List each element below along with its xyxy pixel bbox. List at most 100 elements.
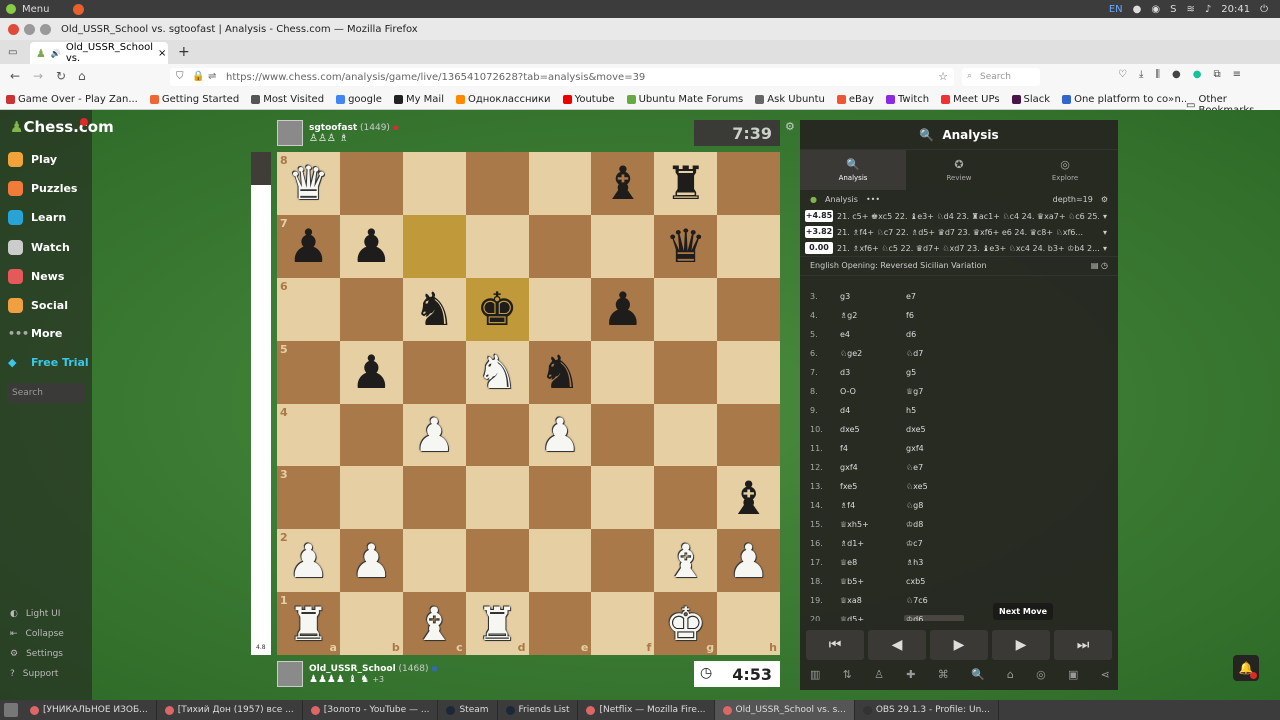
next-move-button[interactable]: ▶ [992, 630, 1050, 660]
white-move[interactable]: ♗g2 [840, 311, 904, 320]
tab-explore[interactable]: ◎ Explore [1012, 150, 1118, 190]
black-move[interactable]: cxb5 [904, 577, 964, 586]
white-bishop-icon[interactable]: ♝ [665, 538, 706, 584]
book-icon[interactable]: ▤ ◷ [1091, 261, 1108, 270]
bookmark-item[interactable]: Slack [1011, 94, 1050, 105]
square-h6[interactable] [717, 277, 780, 341]
explorer-icon[interactable]: ⌘ [938, 668, 949, 684]
taskbar-item[interactable]: Old_USSR_School vs. s... [714, 700, 855, 720]
black-move[interactable]: dxe5 [904, 425, 964, 434]
square-g3[interactable] [654, 466, 718, 530]
bookmark-item[interactable]: My Mail [393, 94, 444, 105]
lock-icon[interactable]: 🔒 [192, 71, 204, 82]
square-d1[interactable]: d ♜ [465, 592, 529, 655]
square-e1[interactable]: e [528, 592, 592, 655]
search-box[interactable]: ⌕ Search [962, 68, 1040, 86]
square-a7[interactable]: 7 ♟ [277, 214, 340, 278]
show-desktop-icon[interactable] [4, 703, 18, 717]
square-e8[interactable] [528, 152, 592, 215]
chevron-down-icon[interactable]: ▾ [1103, 228, 1107, 237]
white-move[interactable]: ♘ge2 [840, 349, 904, 358]
browser-tab[interactable]: ♟ 🔊 Old_USSR_School vs. × [30, 42, 168, 64]
permissions-icon[interactable]: ⇌ [208, 71, 216, 82]
board-settings-icon[interactable]: ⚙ [785, 120, 795, 133]
nav-watch[interactable]: Watch [8, 240, 70, 255]
nav-puzzles[interactable]: Puzzles [8, 181, 77, 196]
bookmark-item[interactable]: Youtube [562, 94, 615, 105]
skype-tray-icon[interactable]: S [1170, 4, 1176, 15]
square-a4[interactable]: 4 [277, 403, 340, 467]
add-icon[interactable]: ✚ [906, 668, 915, 684]
flip-board-icon[interactable]: ⇅ [843, 668, 852, 684]
square-h4[interactable] [717, 403, 780, 467]
support-link[interactable]: ? Support [10, 669, 58, 679]
more-options-icon[interactable]: ••• [866, 195, 880, 204]
square-c8[interactable] [402, 152, 466, 215]
notifications-bell-icon[interactable]: 🔔 [1233, 655, 1259, 681]
square-g6[interactable] [654, 277, 718, 341]
black-move[interactable]: ♘7c6 [904, 596, 964, 605]
square-h5[interactable] [717, 340, 780, 404]
white-move[interactable]: ♕xh5+ [840, 520, 904, 529]
white-move[interactable]: f4 [840, 444, 904, 453]
white-move[interactable]: d4 [840, 406, 904, 415]
tab-review[interactable]: ✪ Review [906, 150, 1012, 190]
nav-more[interactable]: ••• More [8, 327, 62, 340]
square-d4[interactable] [465, 403, 529, 467]
square-f6[interactable]: ♟ [591, 277, 655, 341]
square-g1[interactable]: g ♚ [654, 592, 718, 655]
firefox-icon[interactable] [73, 3, 85, 15]
extensions-icon[interactable]: ⧉ [1213, 69, 1220, 80]
white-bishop-icon[interactable]: ♝ [414, 601, 455, 647]
square-f4[interactable] [591, 403, 655, 467]
square-c3[interactable] [402, 466, 466, 530]
close-window-button[interactable] [8, 23, 19, 35]
white-queen-icon[interactable]: ♛ [288, 160, 329, 206]
white-move[interactable]: ♗f4 [840, 501, 904, 510]
square-g2[interactable]: ♝ [654, 529, 718, 593]
square-d5[interactable]: ♞ [465, 340, 529, 404]
white-move[interactable]: ♕d5+ [840, 615, 904, 621]
square-b6[interactable] [339, 277, 403, 341]
black-move[interactable]: ♗h3 [904, 558, 964, 567]
light-ui-toggle[interactable]: ◐ Light UI [10, 609, 60, 619]
taskbar-item[interactable]: [Netflix — Mozilla Fire... [578, 700, 715, 720]
wifi-icon[interactable]: ≋ [1186, 4, 1194, 15]
last-move-button[interactable]: ⏭ [1054, 630, 1112, 660]
audio-icon[interactable]: 🔊 [51, 49, 61, 58]
black-knight-icon[interactable]: ♞ [414, 286, 455, 332]
black-move[interactable]: ♘xe5 [904, 482, 964, 491]
square-b2[interactable]: ♟ [339, 529, 403, 593]
square-b8[interactable] [339, 152, 403, 215]
white-move[interactable]: d3 [840, 368, 904, 377]
square-b1[interactable]: b [339, 592, 403, 655]
target-icon[interactable]: ◎ [1036, 668, 1046, 684]
square-h2[interactable]: ♟ [717, 529, 780, 593]
black-move[interactable]: h5 [904, 406, 964, 415]
square-e5[interactable]: ♞ [528, 340, 592, 404]
forward-icon[interactable]: → [33, 69, 43, 83]
square-c5[interactable] [402, 340, 466, 404]
square-h8[interactable] [717, 152, 780, 215]
engine-line[interactable]: +4.85 21. c5+ ♚xc5 22. ♝e3+ ♘d4 23. ♜ac1+… [800, 208, 1118, 224]
black-move[interactable]: ♕g7 [904, 387, 964, 396]
square-a6[interactable]: 6 [277, 277, 340, 341]
taskbar-item[interactable]: OBS 29.1.3 - Profile: Un... [855, 700, 999, 720]
chevron-down-icon[interactable]: ▾ [1103, 244, 1107, 253]
url-bar[interactable]: ⛉ 🔒 ⇌ https://www.chess.com/analysis/gam… [170, 68, 954, 86]
bookmark-item[interactable]: Meet UPs [941, 94, 1000, 105]
play-button[interactable]: ▶ [930, 630, 988, 660]
bookmarks-more-icon[interactable]: » [1168, 94, 1175, 105]
square-h3[interactable]: ♝ [717, 466, 780, 530]
black-king-icon[interactable]: ♚ [476, 286, 517, 332]
pocket-icon[interactable]: ♡ [1118, 69, 1127, 80]
bookmark-item[interactable]: eBay [836, 94, 874, 105]
square-e4[interactable]: ♟ [528, 403, 592, 467]
square-a3[interactable]: 3 [277, 466, 340, 530]
square-f3[interactable] [591, 466, 655, 530]
library-icon[interactable]: ⫼ [1155, 69, 1160, 80]
black-bishop-icon[interactable]: ♝ [602, 160, 643, 206]
taskbar-item[interactable]: [УНИКАЛЬНОЕ ИЗОБ... [22, 700, 157, 720]
engine-line[interactable]: 0.00 21. ♗xf6+ ♘c5 22. ♛d7+ ♘xd7 23. ♝e3+… [800, 240, 1118, 256]
bookmark-item[interactable]: Getting Started [149, 94, 239, 105]
